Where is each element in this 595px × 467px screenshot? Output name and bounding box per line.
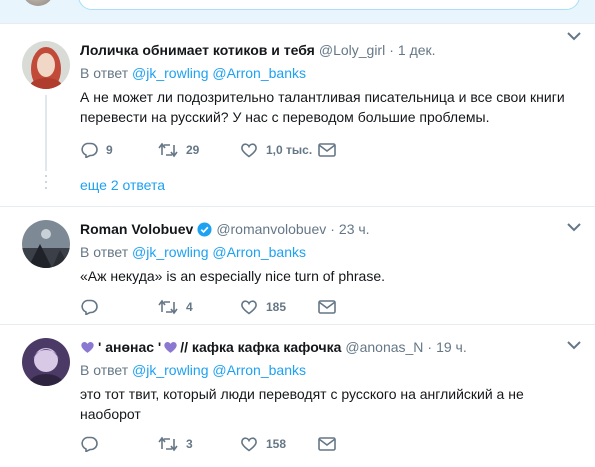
purple-heart-icon — [81, 341, 94, 353]
retweet-icon — [158, 436, 178, 452]
reply-button[interactable] — [80, 436, 158, 452]
thread-line — [45, 95, 47, 171]
retweet-button[interactable]: 4 — [158, 299, 240, 315]
user-name[interactable]: Roman Volobuev — [80, 221, 193, 237]
separator-dot: · — [427, 339, 433, 355]
mention-link[interactable]: @jk_rowling — [132, 362, 208, 378]
separator-dot: · — [330, 221, 335, 237]
like-icon — [241, 143, 257, 158]
like-count: 1,0 тыс. — [266, 143, 313, 157]
retweet-button[interactable]: 29 — [158, 142, 240, 158]
direct-message-button[interactable] — [318, 143, 336, 157]
retweet-count: 29 — [186, 143, 200, 157]
reply-count: 9 — [106, 143, 113, 157]
thread-dots — [45, 175, 47, 193]
reply-button[interactable]: 9 — [80, 142, 158, 158]
separator-dot: · — [389, 42, 394, 58]
reply-icon — [81, 142, 98, 158]
like-count: 185 — [266, 300, 287, 314]
tweet-text: «Аж некуда» is an especially nice turn o… — [80, 268, 386, 284]
user-name[interactable]: Лоличка обнимает котиков и тебя — [80, 42, 315, 58]
like-icon — [241, 300, 257, 315]
mention-link[interactable]: @Arron_banks — [212, 244, 306, 260]
tweet-text: это тот твит, который люди переводят с р… — [80, 386, 524, 422]
mention-link[interactable]: @Arron_banks — [212, 65, 306, 81]
like-button[interactable]: 185 — [240, 299, 318, 315]
current-user-avatar — [22, 0, 54, 6]
retweet-count: 3 — [186, 437, 193, 451]
caret-down-icon[interactable] — [567, 222, 581, 232]
caret-down-icon[interactable] — [567, 31, 581, 41]
timestamp[interactable]: 23 ч. — [339, 221, 370, 237]
tweet[interactable]: Roman Volobuev @romanvolobuev · 23 ч. В … — [0, 208, 595, 325]
purple-heart-icon — [164, 341, 177, 353]
reply-button[interactable] — [80, 299, 158, 315]
tweet-text: А не может ли подозрительно талантливая … — [80, 89, 565, 125]
replying-label: В ответ — [80, 65, 129, 81]
mention-link[interactable]: @Arron_banks — [212, 362, 306, 378]
user-name-part-1[interactable]: ' анɵнас ' — [98, 339, 161, 355]
user-handle[interactable]: @romanvolobuev — [216, 221, 326, 237]
mention-link[interactable]: @jk_rowling — [132, 244, 208, 260]
conversation-thread: Лоличка обнимает котиков и тебя @Loly_gi… — [0, 0, 595, 467]
retweet-icon — [158, 299, 178, 315]
retweet-button[interactable]: 3 — [158, 436, 240, 452]
tweet[interactable]: Лоличка обнимает котиков и тебя @Loly_gi… — [0, 25, 595, 207]
reply-compose-input[interactable] — [78, 0, 580, 10]
reply-compose-area — [0, 0, 595, 24]
retweet-count: 4 — [186, 300, 193, 314]
like-button[interactable]: 1,0 тыс. — [240, 142, 318, 158]
avatar[interactable] — [22, 220, 70, 268]
timestamp[interactable]: 19 ч. — [436, 339, 467, 355]
replying-label: В ответ — [80, 362, 129, 378]
reply-icon — [81, 299, 98, 315]
user-handle[interactable]: @Loly_girl — [319, 42, 385, 58]
replying-label: В ответ — [80, 244, 129, 260]
user-handle[interactable]: @anonas_N — [345, 339, 423, 355]
like-count: 158 — [266, 437, 287, 451]
avatar[interactable] — [22, 338, 70, 386]
reply-icon — [81, 436, 98, 452]
direct-message-icon — [318, 300, 336, 314]
replying-to: В ответ @jk_rowling @Arron_banks — [80, 362, 583, 378]
timestamp[interactable]: 1 дек. — [398, 42, 436, 58]
direct-message-icon — [318, 437, 336, 451]
mention-link[interactable]: @jk_rowling — [132, 65, 208, 81]
direct-message-icon — [318, 143, 336, 157]
replying-to: В ответ @jk_rowling @Arron_banks — [80, 65, 583, 81]
retweet-icon — [158, 142, 178, 158]
direct-message-button[interactable] — [318, 300, 336, 314]
tweet[interactable]: ' анɵнас ' // кафка кафка кафочка @anona… — [0, 326, 595, 467]
replying-to: В ответ @jk_rowling @Arron_banks — [80, 244, 583, 260]
show-more-replies-link[interactable]: еще 2 ответа — [80, 177, 165, 193]
direct-message-button[interactable] — [318, 437, 336, 451]
user-name-part-2[interactable]: // кафка кафка кафочка — [180, 339, 341, 355]
like-button[interactable]: 158 — [240, 436, 318, 452]
avatar[interactable] — [22, 41, 70, 89]
verified-badge-icon — [197, 221, 212, 237]
like-icon — [241, 437, 257, 452]
caret-down-icon[interactable] — [567, 340, 581, 350]
